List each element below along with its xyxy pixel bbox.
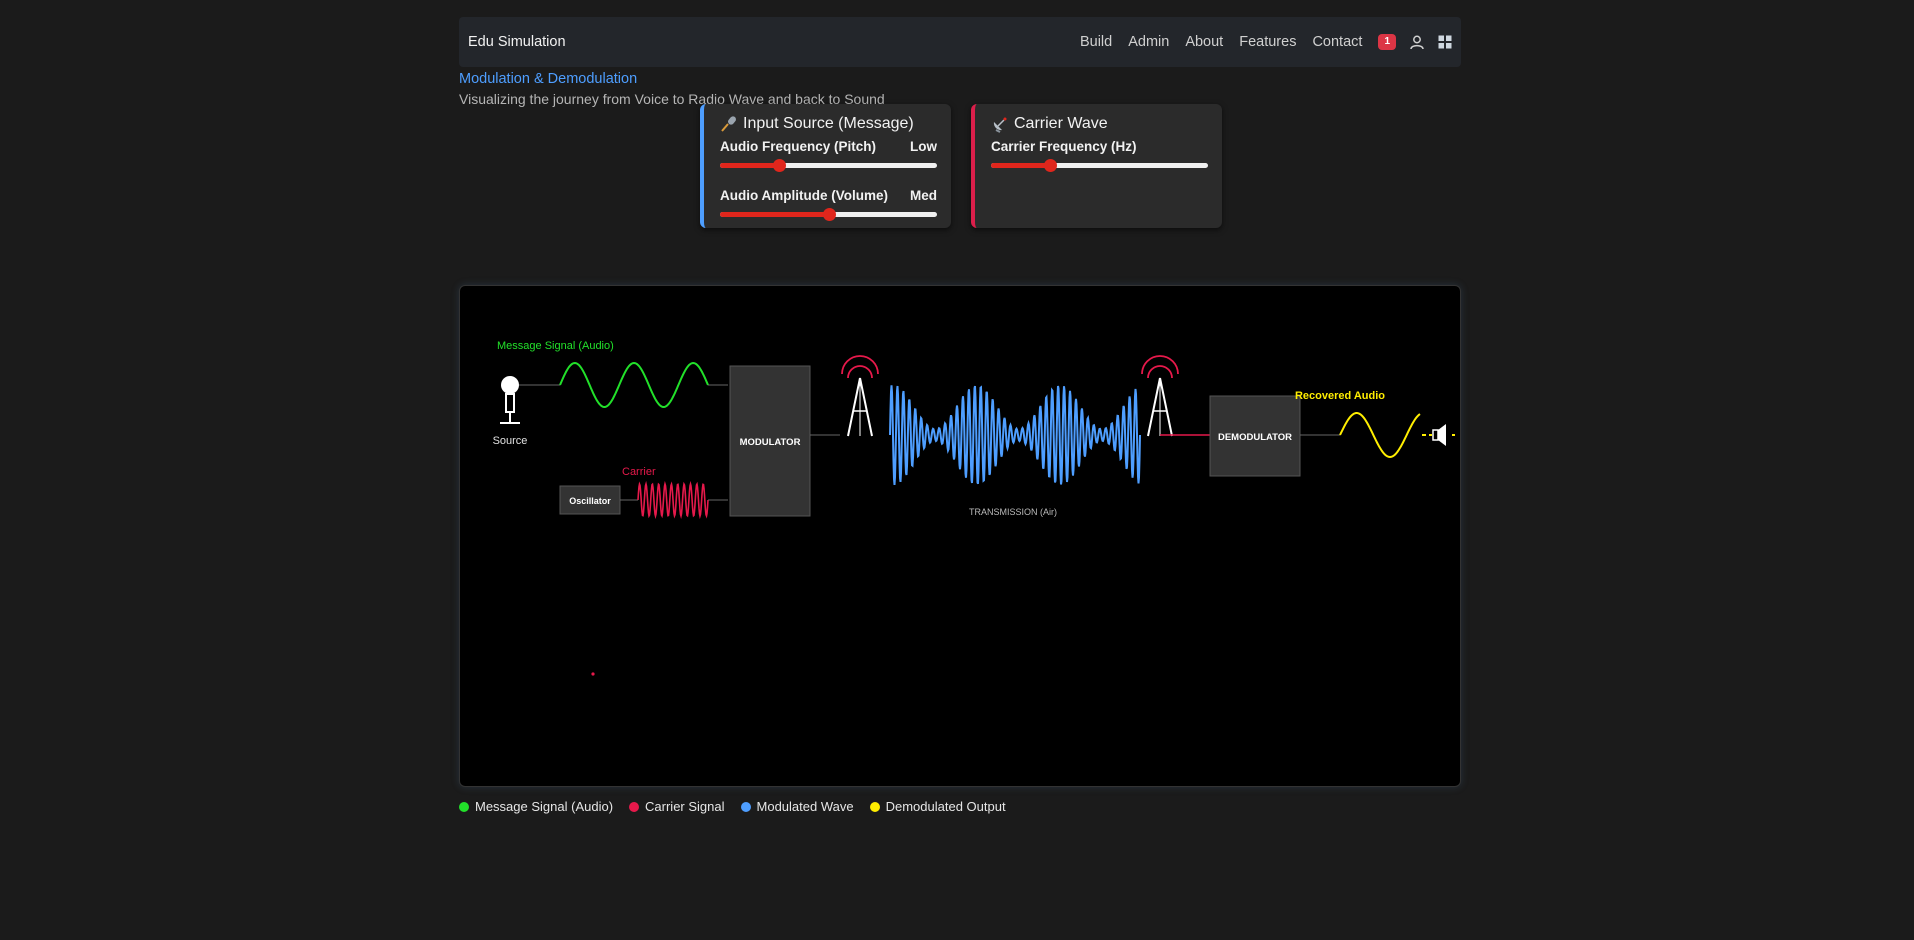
audio-frequency-value: Low [910, 139, 937, 154]
modulated-wave [889, 385, 1141, 485]
audio-amplitude-value: Med [910, 188, 937, 203]
recovered-wave [1339, 412, 1421, 459]
legend-label: Demodulated Output [885, 799, 1006, 814]
simulation-canvas: Message Signal (Audio) Source Oscillator… [459, 285, 1461, 787]
carrier-frequency-slider[interactable] [991, 158, 1208, 174]
audio-frequency-label: Audio Frequency (Pitch) [720, 139, 877, 154]
carrier-wave-panel: Carrier Wave Carrier Frequency (Hz) [971, 104, 1222, 228]
nav-contact[interactable]: Contact [1312, 34, 1362, 50]
audio-amplitude-slider[interactable] [720, 207, 937, 223]
speaker-icon [1432, 424, 1458, 446]
notification-badge[interactable]: 1 [1378, 34, 1396, 50]
carrier-label: Carrier [622, 466, 656, 478]
nav-about[interactable]: About [1185, 34, 1223, 50]
legend-item-modulated: Modulated Wave [740, 799, 854, 814]
nav-build[interactable]: Build [1080, 34, 1112, 50]
input-source-panel: Input Source (Message) Audio Frequency (… [700, 104, 951, 228]
transmit-tower-icon [841, 355, 879, 437]
microphone-icon [720, 115, 738, 133]
receive-tower-icon [1141, 355, 1179, 437]
legend-dot [740, 801, 751, 812]
slider-knob[interactable] [1043, 159, 1057, 172]
audio-amplitude-label: Audio Amplitude (Volume) [720, 188, 888, 203]
legend-item-message: Message Signal (Audio) [459, 799, 613, 814]
input-panel-title: Input Source (Message) [743, 115, 914, 132]
transmission-label: TRANSMISSION (Air) [969, 507, 1057, 517]
navbar: Edu Simulation Build Admin About Feature… [459, 17, 1461, 67]
carrier-panel-title: Carrier Wave [1014, 115, 1108, 132]
legend-item-demodulated: Demodulated Output [869, 799, 1006, 814]
nav-admin[interactable]: Admin [1128, 34, 1169, 50]
legend-label: Carrier Signal [645, 799, 725, 814]
modulator-label: MODULATOR [740, 437, 801, 448]
brand-link[interactable]: Edu Simulation [468, 34, 566, 50]
nav-features[interactable]: Features [1239, 34, 1296, 50]
app-container: Edu Simulation Build Admin About Feature… [459, 17, 1461, 814]
legend: Message Signal (Audio) Carrier Signal Mo… [459, 799, 1006, 814]
legend-label: Message Signal (Audio) [475, 799, 614, 814]
legend-dot [459, 801, 469, 812]
carrier-frequency-label: Carrier Frequency (Hz) [991, 139, 1137, 154]
recovered-audio-label: Recovered Audio [1295, 390, 1385, 402]
signal-diagram: Message Signal (Audio) Source Oscillator… [493, 340, 1458, 676]
demodulator-label: DEMODULATOR [1218, 432, 1292, 443]
user-icon[interactable] [1410, 35, 1424, 50]
legend-dot [629, 801, 640, 812]
carrier-wave [637, 480, 709, 520]
nav-menu: Build Admin About Features Contact 1 [1064, 34, 1452, 50]
grid-icon[interactable] [1438, 35, 1452, 49]
oscillator-label: Oscillator [569, 496, 611, 506]
satellite-dish-icon [991, 115, 1009, 133]
message-wave [559, 361, 709, 408]
source-label: Source [493, 435, 528, 447]
message-signal-label: Message Signal (Audio) [497, 340, 614, 352]
slider-knob[interactable] [822, 208, 836, 221]
slider-knob[interactable] [772, 159, 786, 172]
legend-label: Modulated Wave [756, 799, 854, 814]
microphone-source-icon [500, 376, 520, 424]
particle-dot [591, 672, 595, 676]
audio-frequency-slider[interactable] [720, 158, 937, 174]
control-panels: Input Source (Message) Audio Frequency (… [700, 104, 1222, 228]
page-title: Modulation & Demodulation [459, 71, 638, 87]
legend-item-carrier: Carrier Signal [629, 799, 725, 814]
legend-dot [869, 801, 880, 812]
